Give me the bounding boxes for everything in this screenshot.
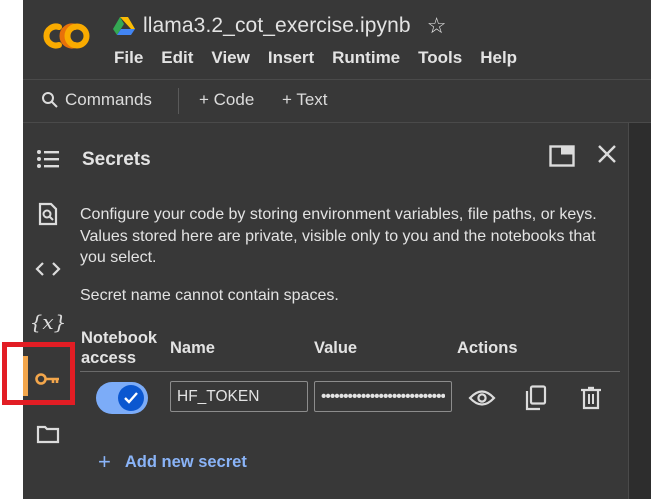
variables-icon[interactable]: {x} xyxy=(30,309,67,335)
scrollbar-area[interactable] xyxy=(628,123,651,499)
notebook-title[interactable]: llama3.2_cot_exercise.ipynb xyxy=(143,14,411,38)
notebook-access-toggle[interactable] xyxy=(96,382,148,414)
add-code-label: + Code xyxy=(199,90,255,109)
copy-secret-button[interactable] xyxy=(522,384,550,412)
trash-icon xyxy=(581,386,601,410)
toggle-knob xyxy=(118,385,144,411)
column-notebook-access: Notebook access xyxy=(81,329,158,367)
secret-value-input[interactable] xyxy=(314,381,452,412)
menu-bar: File Edit View Insert Runtime Tools Help xyxy=(114,48,535,68)
menu-runtime[interactable]: Runtime xyxy=(332,48,400,68)
title-row: llama3.2_cot_exercise.ipynb ☆ xyxy=(113,12,446,40)
check-icon xyxy=(124,392,138,404)
delete-secret-button[interactable] xyxy=(577,384,605,412)
menu-file[interactable]: File xyxy=(114,48,143,68)
open-in-tab-icon[interactable] xyxy=(549,145,575,167)
eye-icon xyxy=(468,390,496,406)
table-of-contents-icon[interactable] xyxy=(35,146,61,172)
add-text-button[interactable]: + Text xyxy=(282,90,328,110)
toolbar: Commands + Code + Text xyxy=(23,80,651,122)
star-icon[interactable]: ☆ xyxy=(427,15,447,37)
toolbar-divider xyxy=(23,122,651,123)
highlight-box xyxy=(2,342,75,405)
folder-icon[interactable] xyxy=(35,421,61,447)
commands-button[interactable]: Commands xyxy=(41,90,152,110)
column-name: Name xyxy=(170,339,215,357)
show-secret-button[interactable] xyxy=(468,384,496,412)
menu-insert[interactable]: Insert xyxy=(268,48,314,68)
copy-icon xyxy=(525,385,547,411)
secret-name-input[interactable] xyxy=(170,381,308,412)
find-icon[interactable] xyxy=(35,201,61,227)
menu-tools[interactable]: Tools xyxy=(418,48,462,68)
colab-logo[interactable] xyxy=(41,18,91,54)
commands-label: Commands xyxy=(65,90,152,109)
secret-name-note: Secret name cannot contain spaces. xyxy=(80,287,339,304)
table-header-divider xyxy=(80,371,620,372)
add-new-secret-button[interactable]: + Add new secret xyxy=(98,449,247,475)
panel-description: Configure your code by storing environme… xyxy=(80,206,597,266)
menu-view[interactable]: View xyxy=(211,48,249,68)
column-value: Value xyxy=(314,339,358,357)
menu-help[interactable]: Help xyxy=(480,48,517,68)
toolbar-separator xyxy=(178,88,179,114)
search-icon xyxy=(42,92,58,108)
plus-icon: + xyxy=(98,449,111,474)
google-drive-icon xyxy=(113,17,135,35)
code-snippets-icon[interactable] xyxy=(35,256,61,282)
add-new-secret-label: Add new secret xyxy=(124,452,247,471)
menu-edit[interactable]: Edit xyxy=(161,48,193,68)
close-icon[interactable] xyxy=(595,142,619,166)
add-text-label: + Text xyxy=(282,90,328,109)
colab-window: llama3.2_cot_exercise.ipynb ☆ File Edit … xyxy=(23,0,651,499)
column-actions: Actions xyxy=(457,339,518,357)
panel-title: Secrets xyxy=(82,149,151,170)
add-code-button[interactable]: + Code xyxy=(199,90,254,110)
